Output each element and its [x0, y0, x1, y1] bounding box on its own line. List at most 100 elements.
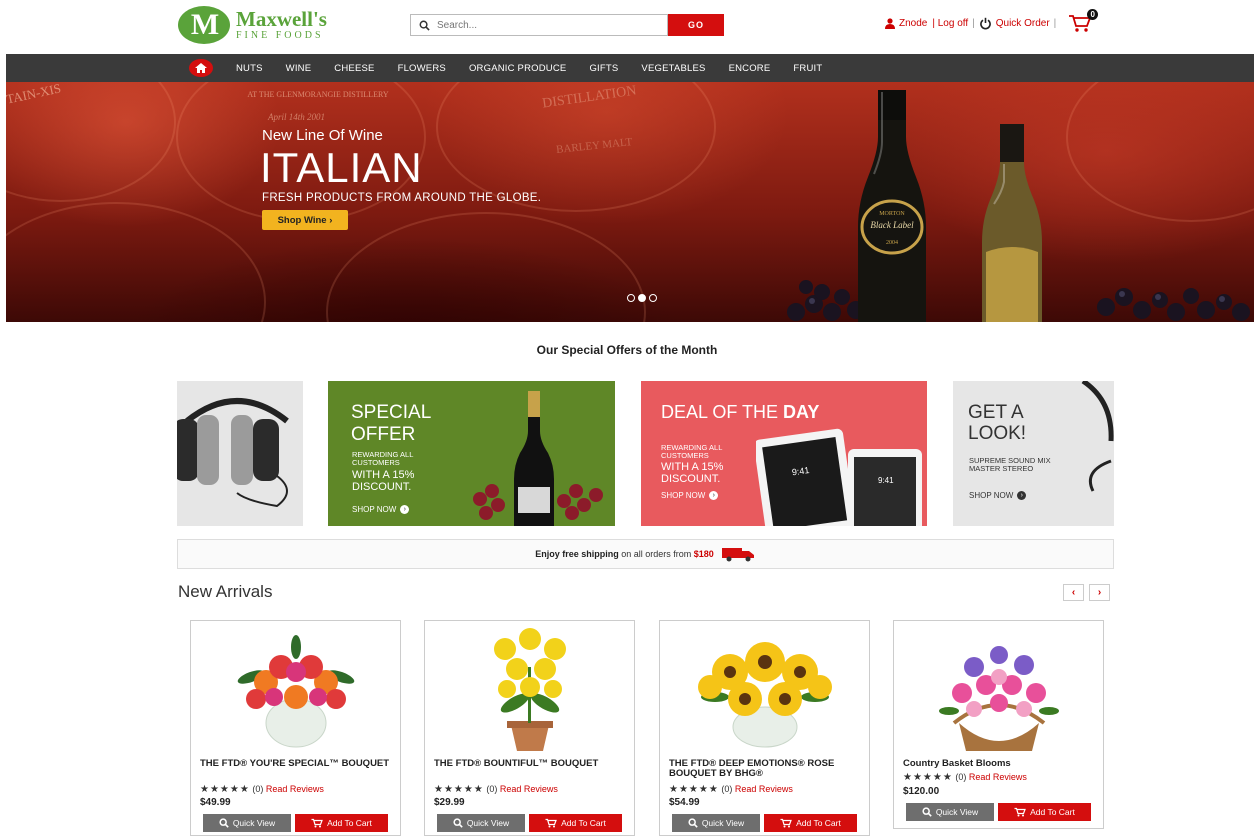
- nav-item-wine[interactable]: WINE: [286, 63, 312, 74]
- read-reviews-link[interactable]: Read Reviews: [500, 784, 558, 794]
- tablet-clock: 9:41: [878, 476, 894, 485]
- shop-wine-button[interactable]: Shop Wine ›: [262, 210, 348, 230]
- shipping-amount: $180: [693, 549, 714, 559]
- read-reviews-link[interactable]: Read Reviews: [266, 784, 324, 794]
- add-to-cart-button[interactable]: Add To Cart: [764, 814, 857, 832]
- arrow-icon: ›: [709, 491, 719, 500]
- add-to-cart-button[interactable]: Add To Cart: [295, 814, 388, 832]
- quick-order-link[interactable]: Quick Order: [996, 18, 1050, 29]
- nav-item-organic-produce[interactable]: ORGANIC PRODUCE: [469, 63, 566, 74]
- logo-text: Maxwell's FINE FOODS: [236, 9, 327, 41]
- shop-now-label: SHOP NOW: [661, 491, 706, 500]
- promo-heading: GET A: [968, 402, 1024, 423]
- quick-view-button[interactable]: Quick View: [437, 814, 525, 832]
- add-to-cart-button[interactable]: Add To Cart: [529, 814, 622, 832]
- read-reviews-link[interactable]: Read Reviews: [969, 772, 1027, 782]
- bottle-label-text: 2004: [886, 240, 898, 246]
- product-price: $54.99: [669, 797, 700, 808]
- star-rating-icon: ★★★★★: [903, 772, 953, 783]
- logo-name: Maxwell's: [236, 7, 327, 31]
- search-icon: [688, 818, 698, 828]
- product-name[interactable]: THE FTD® YOU'RE SPECIAL™ BOUQUET: [200, 759, 395, 769]
- product-name[interactable]: THE FTD® BOUNTIFUL™ BOUQUET: [434, 759, 629, 769]
- quick-view-label: Quick View: [232, 818, 276, 828]
- promo-shop-now[interactable]: SHOP NOW ›: [661, 491, 719, 500]
- cart-icon: [780, 818, 792, 828]
- shop-now-label: SHOP NOW: [969, 491, 1014, 500]
- cart-icon: [545, 818, 557, 828]
- add-to-cart-button[interactable]: Add To Cart: [998, 803, 1091, 821]
- site-logo[interactable]: M Maxwell's FINE FOODS: [178, 5, 327, 45]
- product-image: [237, 635, 355, 748]
- promo-shop-now[interactable]: SHOP NOW ›: [352, 505, 410, 514]
- star-rating-icon: ★★★★★: [434, 784, 484, 795]
- product-card[interactable]: THE FTD® DEEP EMOTIONS® ROSE BOUQUET BY …: [659, 620, 870, 836]
- carousel-prev-button[interactable]: ‹: [1063, 584, 1084, 601]
- promo-discount-text: WITH A 15% DISCOUNT.: [352, 469, 415, 493]
- product-name[interactable]: THE FTD® DEEP EMOTIONS® ROSE BOUQUET BY …: [669, 759, 864, 779]
- power-icon: [979, 17, 992, 30]
- product-card[interactable]: THE FTD® BOUNTIFUL™ BOUQUET ★★★★★ (0) Re…: [424, 620, 635, 836]
- add-to-cart-label: Add To Cart: [327, 818, 372, 828]
- quick-view-button[interactable]: Quick View: [203, 814, 291, 832]
- nav-item-cheese[interactable]: CHEESE: [334, 63, 374, 74]
- carousel-next-button[interactable]: ›: [1089, 584, 1110, 601]
- barrel-stencil: AT THE GLENMORANGIE DISTILLERY: [247, 90, 389, 99]
- nav-item-gifts[interactable]: GIFTS: [589, 63, 618, 74]
- read-reviews-link[interactable]: Read Reviews: [735, 784, 793, 794]
- slider-dots: [627, 294, 657, 302]
- add-to-cart-label: Add To Cart: [561, 818, 606, 828]
- quick-view-label: Quick View: [466, 818, 510, 828]
- slider-dot-active[interactable]: [638, 294, 646, 302]
- carousel-controls: ‹ ›: [1063, 584, 1110, 601]
- review-count: (0): [252, 784, 264, 794]
- promo-heading: LOOK!: [968, 423, 1027, 444]
- star-rating-icon: ★★★★★: [200, 784, 250, 795]
- slider-dot[interactable]: [627, 294, 635, 302]
- nav-item-vegetables[interactable]: VEGETABLES: [641, 63, 705, 74]
- search-input[interactable]: [437, 19, 657, 31]
- slider-dot[interactable]: [649, 294, 657, 302]
- add-to-cart-label: Add To Cart: [1030, 807, 1075, 817]
- product-name[interactable]: Country Basket Blooms: [903, 759, 1098, 769]
- cart-icon: [311, 818, 323, 828]
- promo-heading: OFFER: [351, 424, 416, 445]
- promo-shop-now[interactable]: SHOP NOW ›: [969, 491, 1027, 500]
- product-card[interactable]: THE FTD® YOU'RE SPECIAL™ BOUQUET ★★★★★ (…: [190, 620, 401, 836]
- nav-item-nuts[interactable]: NUTS: [236, 63, 263, 74]
- logoff-link[interactable]: | Log off: [932, 18, 968, 29]
- quick-view-label: Quick View: [701, 818, 745, 828]
- star-rating-icon: ★★★★★: [669, 784, 719, 795]
- search-icon: [922, 807, 932, 817]
- search-bar: GO: [410, 14, 724, 36]
- cart-button[interactable]: 0: [1068, 9, 1099, 33]
- new-arrivals-title: New Arrivals: [178, 582, 273, 601]
- quick-view-button[interactable]: Quick View: [672, 814, 760, 832]
- nav-item-fruit[interactable]: FRUIT: [793, 63, 822, 74]
- free-shipping-banner: Enjoy free shipping on all orders from $…: [177, 539, 1114, 569]
- cart-count-badge: 0: [1087, 9, 1099, 20]
- product-image: [494, 628, 566, 751]
- promo-get-a-look[interactable]: GET A LOOK! SUPREME SOUND MIX MASTER STE…: [953, 381, 1114, 526]
- promo-heading-text: DEAL OF THE: [661, 402, 779, 422]
- product-card[interactable]: Country Basket Blooms ★★★★★ (0) Read Rev…: [893, 620, 1104, 829]
- search-go-button[interactable]: GO: [668, 14, 724, 36]
- product-image: [698, 642, 832, 748]
- promo-headphones[interactable]: [177, 381, 303, 526]
- nav-item-flowers[interactable]: FLOWERS: [398, 63, 446, 74]
- separator: |: [972, 17, 975, 29]
- home-button[interactable]: [189, 59, 213, 77]
- promo-heading: DEAL OF THE DAY: [661, 403, 819, 421]
- user-name-link[interactable]: Znode: [899, 18, 927, 29]
- barrel-decoration: [6, 202, 266, 322]
- search-box: [410, 14, 668, 36]
- nav-item-encore[interactable]: ENCORE: [729, 63, 771, 74]
- wine-bottles-image: MORTON Black Label 2004: [787, 90, 1250, 322]
- product-rating: ★★★★★ (0) Read Reviews: [434, 784, 558, 795]
- hero-banner[interactable]: TAIN-XIS AT THE GLENMORANGIE DISTILLERY …: [6, 82, 1254, 322]
- promo-special-offer[interactable]: SPECIAL OFFER REWARDING ALL CUSTOMERS WI…: [328, 381, 615, 526]
- product-price: $120.00: [903, 786, 940, 797]
- quick-view-button[interactable]: Quick View: [906, 803, 994, 821]
- promo-deal-of-the-day[interactable]: DEAL OF THE DAY REWARDING ALL CUSTOMERS …: [641, 381, 927, 526]
- review-count: (0): [721, 784, 733, 794]
